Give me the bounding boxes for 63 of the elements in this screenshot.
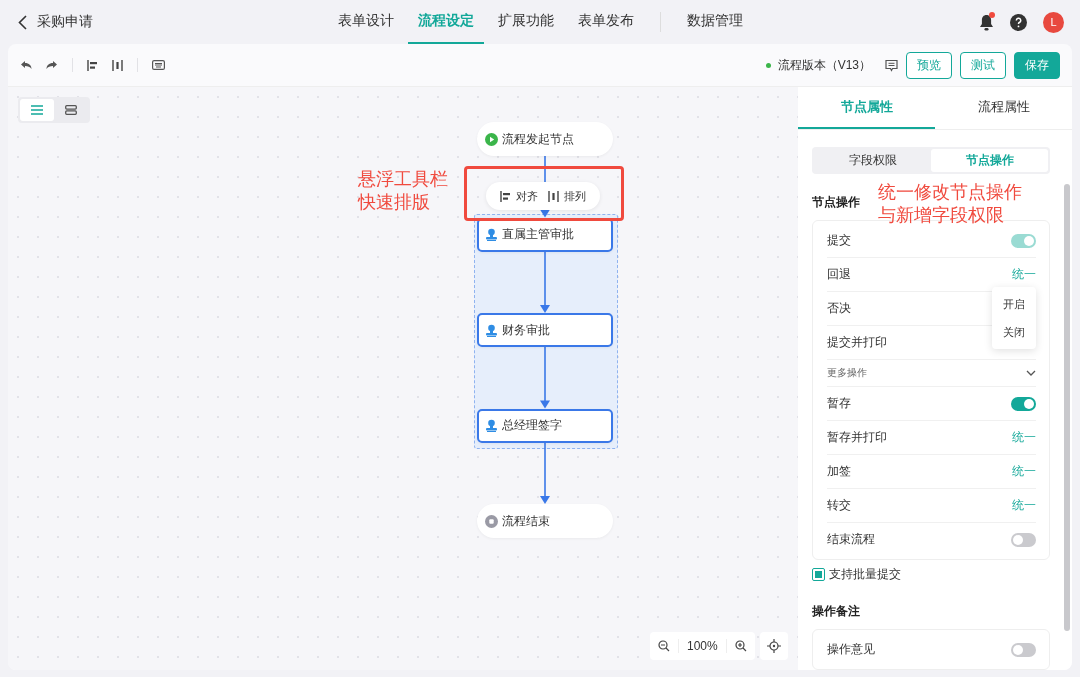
panel-tab[interactable]: 流程属性 [935,87,1072,129]
option-label: 操作意见 [827,641,875,658]
user-avatar[interactable]: L [1043,11,1064,33]
option-label: 转交 [827,497,851,514]
undo-icon[interactable] [20,60,32,70]
connector-arrow [540,250,550,313]
flow-node[interactable]: 流程发起节点 [477,122,613,156]
help-icon[interactable] [1010,13,1027,31]
version-label: 流程版本（V13） [777,56,871,74]
crosshair-icon [767,639,781,653]
distribute-icon [112,59,123,71]
option-label: 结束流程 [827,531,875,548]
option-label: 提交 [827,232,851,249]
option-label: 加签 [827,463,851,480]
list-icon [31,105,43,115]
checkbox[interactable] [812,568,825,581]
segment-tab[interactable]: 字段权限 [814,149,931,172]
chevron-icon[interactable] [1026,370,1036,376]
nav-tab[interactable]: 数据管理 [676,0,753,44]
connector-arrow [540,346,550,409]
checkbox-label: 支持批量提交 [829,566,901,583]
align-left-icon [500,190,511,202]
locate-button[interactable] [760,632,788,660]
connector-arrow [540,441,550,504]
toolbar-button[interactable]: 排列 [548,188,586,204]
distribute-icon [548,190,559,202]
stack-icon [65,105,77,115]
flow-node[interactable]: 流程结束 [477,504,613,538]
comment-icon[interactable] [885,58,898,72]
section-title: 操作备注 [812,603,861,620]
redo-icon[interactable] [46,60,58,70]
bell-icon[interactable] [979,13,994,31]
zoom-in-icon[interactable] [734,640,747,652]
page-title: 采购申请 [37,13,93,31]
flow-node[interactable]: 财务审批 [477,313,613,347]
section-title: 节点操作 [812,194,861,211]
menu-item[interactable]: 开启 [992,290,1036,318]
keyboard-icon[interactable] [152,60,165,70]
zoom-level: 100% [678,639,727,653]
flow-node[interactable]: 总经理签字 [477,408,613,443]
option-label: 否决 [827,300,851,317]
annotation-text: 悬浮工具栏 快速排版 [358,168,448,214]
back-icon[interactable] [18,14,27,30]
play-icon [485,132,498,146]
option-label: 暂存 [827,395,851,412]
option-label: 暂存并打印 [827,429,887,446]
align-left-icon [87,59,98,71]
option-label: 回退 [827,266,851,283]
toggle-switch[interactable] [1011,396,1036,411]
group-label: 更多操作 [827,366,867,380]
option-label: 提交并打印 [827,334,887,351]
toggle-switch[interactable] [1011,532,1036,547]
nav-tab[interactable]: 表单设计 [327,0,404,44]
toolbar-button[interactable]: 对齐 [500,188,538,204]
nav-tab[interactable]: 扩展功能 [487,0,564,44]
annotation-text: 统一修改节点操作 与新增字段权限 [878,181,1022,227]
menu-item[interactable]: 关闭 [992,318,1036,346]
zoom-out-icon[interactable] [658,640,670,652]
scrollbar[interactable] [1064,184,1070,631]
nav-tab[interactable]: 表单发布 [567,0,644,44]
toggle-switch[interactable] [1011,642,1036,657]
status-dot [765,62,771,68]
stop-icon [485,514,498,528]
